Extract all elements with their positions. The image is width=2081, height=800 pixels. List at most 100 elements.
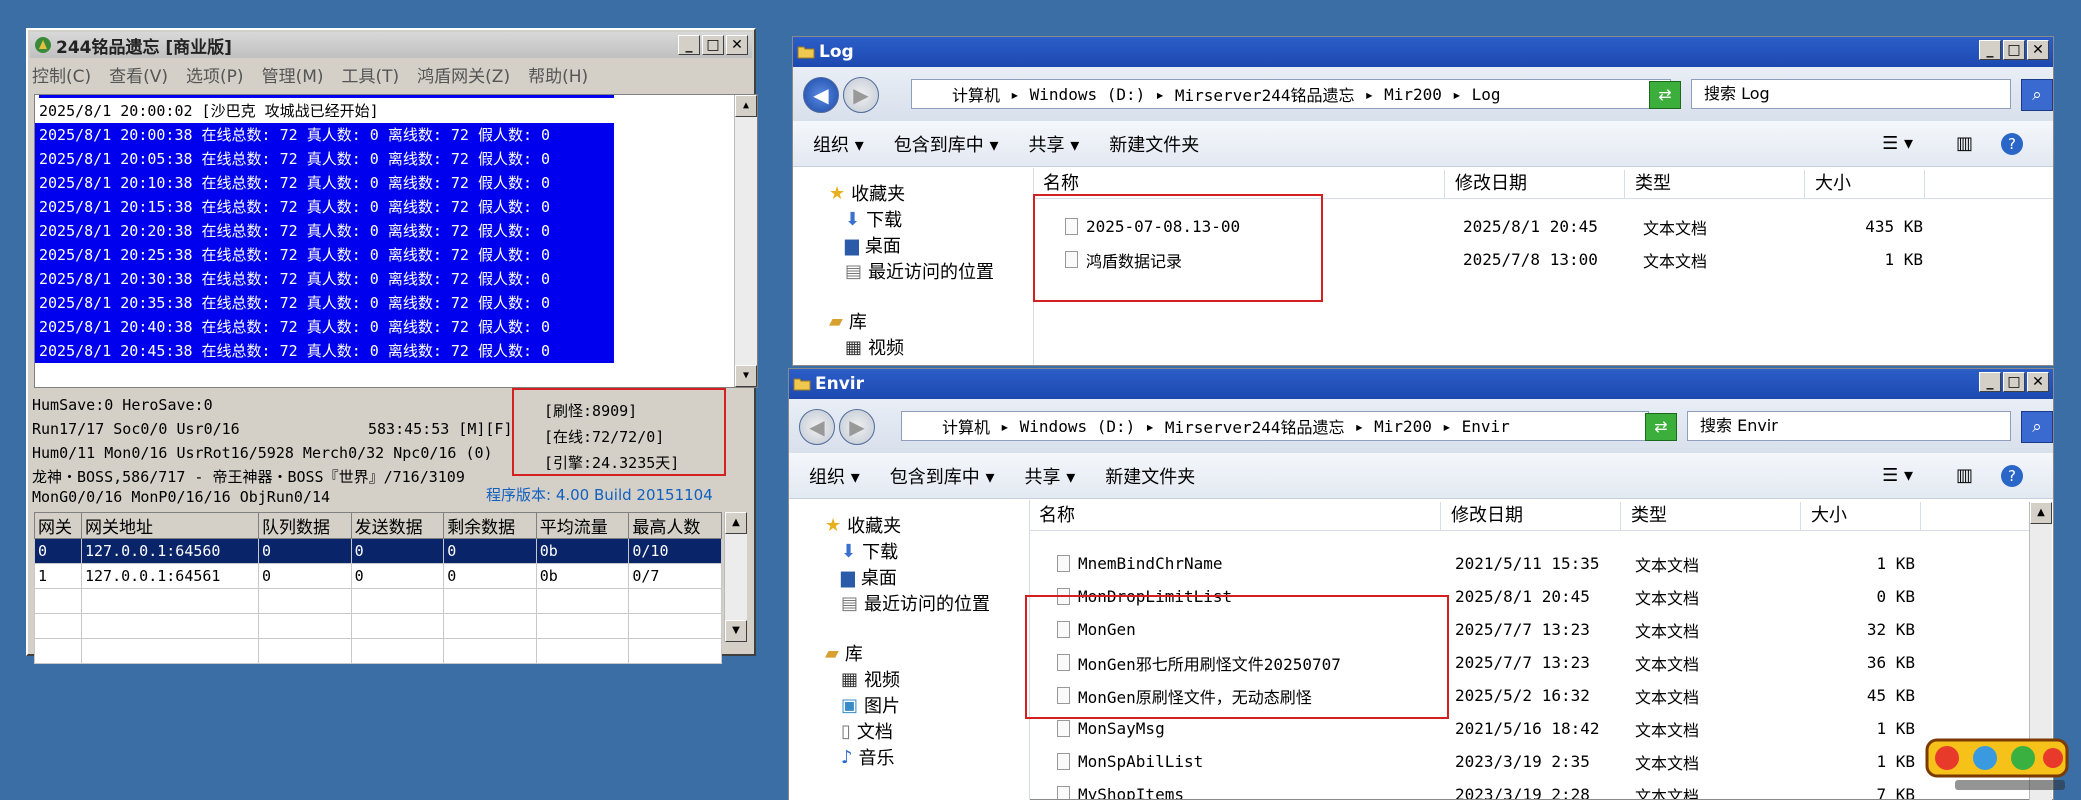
menu-view[interactable]: 查看(V) bbox=[109, 62, 168, 87]
nav-pictures[interactable]: ▣ 图片 bbox=[841, 692, 900, 718]
help-icon[interactable]: ? bbox=[2001, 132, 2023, 155]
nav-videos[interactable]: ▦ 视频 bbox=[845, 334, 904, 360]
minimize-button[interactable]: _ bbox=[1979, 40, 2001, 60]
breadcrumb[interactable]: 计算机 ▸ Windows (D:) ▸ Mirserver244铭品遗忘 ▸ Mir… bbox=[901, 411, 1649, 441]
log-line[interactable]: 2025/8/1 20:25:38 在线总数: 72 真人数: 0 离线数: 7… bbox=[35, 243, 614, 267]
file-row[interactable]: MyShopItems 2023/3/19 2:28 文本文档 7 KB bbox=[1057, 782, 1957, 799]
help-icon[interactable]: ? bbox=[2001, 464, 2023, 487]
nav-favorites[interactable]: ★ 收藏夹 bbox=[829, 180, 905, 206]
col-sent[interactable]: 发送数据 bbox=[350, 512, 445, 539]
scroll-up-button[interactable]: ▲ bbox=[2030, 502, 2052, 524]
log-line[interactable]: 2025/8/1 20:45:38 在线总数: 72 真人数: 0 离线数: 7… bbox=[35, 339, 614, 363]
search-input[interactable]: 搜索 Envir bbox=[1687, 411, 2011, 441]
scroll-down-button[interactable]: ▼ bbox=[725, 620, 747, 642]
breadcrumb-item[interactable]: 计算机 bbox=[952, 82, 1000, 106]
menu-gateway[interactable]: 鸿盾网关(Z) bbox=[417, 62, 510, 87]
nav-desktop[interactable]: ▆ 桌面 bbox=[845, 232, 901, 258]
gateway-scrollbar[interactable]: ▲ ▼ bbox=[724, 512, 747, 642]
search-input[interactable]: 搜索 Log bbox=[1691, 79, 2011, 109]
nav-downloads[interactable]: ⬇ 下载 bbox=[845, 206, 902, 232]
back-button[interactable]: ◀ bbox=[803, 77, 839, 113]
col-gateway[interactable]: 网关 bbox=[34, 512, 82, 539]
nav-documents[interactable]: ▯ 文档 bbox=[841, 718, 893, 744]
breadcrumb[interactable]: 计算机 ▸ Windows (D:) ▸ Mirserver244铭品遗忘 ▸ Mir… bbox=[911, 79, 1671, 109]
breadcrumb-item[interactable]: Mir200 bbox=[1374, 417, 1432, 436]
include-library-button[interactable]: 包含到库中 ▾ bbox=[894, 131, 999, 157]
menu-help[interactable]: 帮助(H) bbox=[528, 62, 588, 87]
minimize-button[interactable]: _ bbox=[1979, 372, 2001, 392]
close-button[interactable]: ✕ bbox=[726, 35, 748, 55]
col-size[interactable]: 大小 bbox=[1805, 170, 1925, 198]
scroll-down-button[interactable]: ▼ bbox=[735, 365, 757, 387]
preview-pane-icon[interactable]: ▥ bbox=[1956, 133, 1973, 154]
log-line[interactable]: 2025/8/1 20:35:38 在线总数: 72 真人数: 0 离线数: 7… bbox=[35, 291, 614, 315]
organize-button[interactable]: 组织 ▾ bbox=[813, 131, 864, 157]
table-row[interactable]: 1 127.0.0.1:64561 0 0 0 0b 0/7 bbox=[34, 563, 722, 589]
back-button[interactable]: ◀ bbox=[799, 409, 835, 445]
nav-favorites[interactable]: ★ 收藏夹 bbox=[825, 512, 901, 538]
file-row[interactable]: MonSpAbilList 2023/3/19 2:35 文本文档 1 KB bbox=[1057, 749, 1957, 774]
log-scrollbar[interactable]: ▲ ▼ bbox=[734, 95, 757, 387]
close-button[interactable]: ✕ bbox=[2027, 40, 2049, 60]
menu-manage[interactable]: 管理(M) bbox=[262, 62, 324, 87]
log-line[interactable]: 2025/8/1 20:20:38 在线总数: 72 真人数: 0 离线数: 7… bbox=[35, 219, 614, 243]
nav-recent[interactable]: ▤ 最近访问的位置 bbox=[841, 590, 990, 616]
refresh-button[interactable]: ⇄ bbox=[1645, 413, 1677, 441]
col-date[interactable]: 修改日期 bbox=[1441, 502, 1621, 530]
col-name[interactable]: 名称 bbox=[1029, 502, 1441, 530]
col-size[interactable]: 大小 bbox=[1801, 502, 1921, 530]
share-button[interactable]: 共享 ▾ bbox=[1029, 131, 1080, 157]
breadcrumb-item[interactable]: Windows (D:) bbox=[1030, 85, 1146, 104]
breadcrumb-item[interactable]: Mir200 bbox=[1384, 85, 1442, 104]
breadcrumb-item[interactable]: Windows (D:) bbox=[1020, 417, 1136, 436]
search-icon[interactable]: ⌕ bbox=[2021, 79, 2053, 111]
include-library-button[interactable]: 包含到库中 ▾ bbox=[890, 463, 995, 489]
view-options-icon[interactable]: ☰ ▾ bbox=[1882, 133, 1913, 154]
menu-control[interactable]: 控制(C) bbox=[32, 62, 91, 87]
log-line[interactable]: 2025/8/1 20:10:38 在线总数: 72 真人数: 0 离线数: 7… bbox=[35, 171, 614, 195]
refresh-button[interactable]: ⇄ bbox=[1649, 81, 1681, 109]
new-folder-button[interactable]: 新建文件夹 bbox=[1109, 131, 1199, 157]
close-button[interactable]: ✕ bbox=[2027, 372, 2049, 392]
breadcrumb-item[interactable]: Log bbox=[1472, 85, 1501, 104]
col-address[interactable]: 网关地址 bbox=[81, 512, 259, 539]
file-row[interactable]: MonSayMsg 2021/5/16 18:42 文本文档 1 KB bbox=[1057, 716, 1957, 741]
breadcrumb-item[interactable]: Mirserver244铭品遗忘 bbox=[1175, 82, 1355, 106]
forward-button[interactable]: ▶ bbox=[839, 409, 875, 445]
col-date[interactable]: 修改日期 bbox=[1445, 170, 1625, 198]
nav-music[interactable]: ♪ 音乐 bbox=[841, 744, 895, 770]
preview-pane-icon[interactable]: ▥ bbox=[1956, 465, 1973, 486]
maximize-button[interactable]: □ bbox=[2003, 40, 2025, 60]
forward-button[interactable]: ▶ bbox=[843, 77, 879, 113]
view-options-icon[interactable]: ☰ ▾ bbox=[1882, 465, 1913, 486]
nav-downloads[interactable]: ⬇ 下载 bbox=[841, 538, 898, 564]
nav-libraries[interactable]: ▰ 库 bbox=[829, 308, 867, 334]
menu-options[interactable]: 选项(P) bbox=[186, 62, 244, 87]
log-list[interactable]: 2025/8/1 20:00:02 [沙巴克 攻城战已经开始] 2025/8/1… bbox=[34, 94, 758, 388]
col-remain[interactable]: 剩余数据 bbox=[443, 512, 537, 539]
log-line[interactable]: 2025/8/1 20:15:38 在线总数: 72 真人数: 0 离线数: 7… bbox=[35, 195, 614, 219]
nav-desktop[interactable]: ▆ 桌面 bbox=[841, 564, 897, 590]
col-max[interactable]: 最高人数 bbox=[628, 512, 722, 539]
maximize-button[interactable]: □ bbox=[2003, 372, 2025, 392]
breadcrumb-item[interactable]: Mirserver244铭品遗忘 bbox=[1165, 414, 1345, 438]
search-icon[interactable]: ⌕ bbox=[2021, 411, 2053, 443]
scroll-up-button[interactable]: ▲ bbox=[735, 95, 757, 117]
nav-libraries[interactable]: ▰ 库 bbox=[825, 640, 863, 666]
log-line[interactable]: 2025/8/1 20:00:38 在线总数: 72 真人数: 0 离线数: 7… bbox=[35, 123, 614, 147]
file-row[interactable]: MnemBindChrName 2021/5/11 15:35 文本文档 1 K… bbox=[1057, 551, 1957, 576]
nav-recent[interactable]: ▤ 最近访问的位置 bbox=[845, 258, 994, 284]
breadcrumb-item[interactable]: 计算机 bbox=[942, 414, 990, 438]
organize-button[interactable]: 组织 ▾ bbox=[809, 463, 860, 489]
nav-videos[interactable]: ▦ 视频 bbox=[841, 666, 900, 692]
share-button[interactable]: 共享 ▾ bbox=[1025, 463, 1076, 489]
col-avg[interactable]: 平均流量 bbox=[535, 512, 630, 539]
col-type[interactable]: 类型 bbox=[1621, 502, 1801, 530]
log-line[interactable]: 2025/8/1 20:05:38 在线总数: 72 真人数: 0 离线数: 7… bbox=[35, 147, 614, 171]
scroll-up-button[interactable]: ▲ bbox=[725, 512, 747, 534]
table-row[interactable]: 0 127.0.0.1:64560 0 0 0 0b 0/10 bbox=[34, 538, 722, 564]
breadcrumb-item[interactable]: Envir bbox=[1462, 417, 1510, 436]
new-folder-button[interactable]: 新建文件夹 bbox=[1105, 463, 1195, 489]
col-queue[interactable]: 队列数据 bbox=[258, 512, 352, 539]
log-line[interactable]: 2025/8/1 20:40:38 在线总数: 72 真人数: 0 离线数: 7… bbox=[35, 315, 614, 339]
